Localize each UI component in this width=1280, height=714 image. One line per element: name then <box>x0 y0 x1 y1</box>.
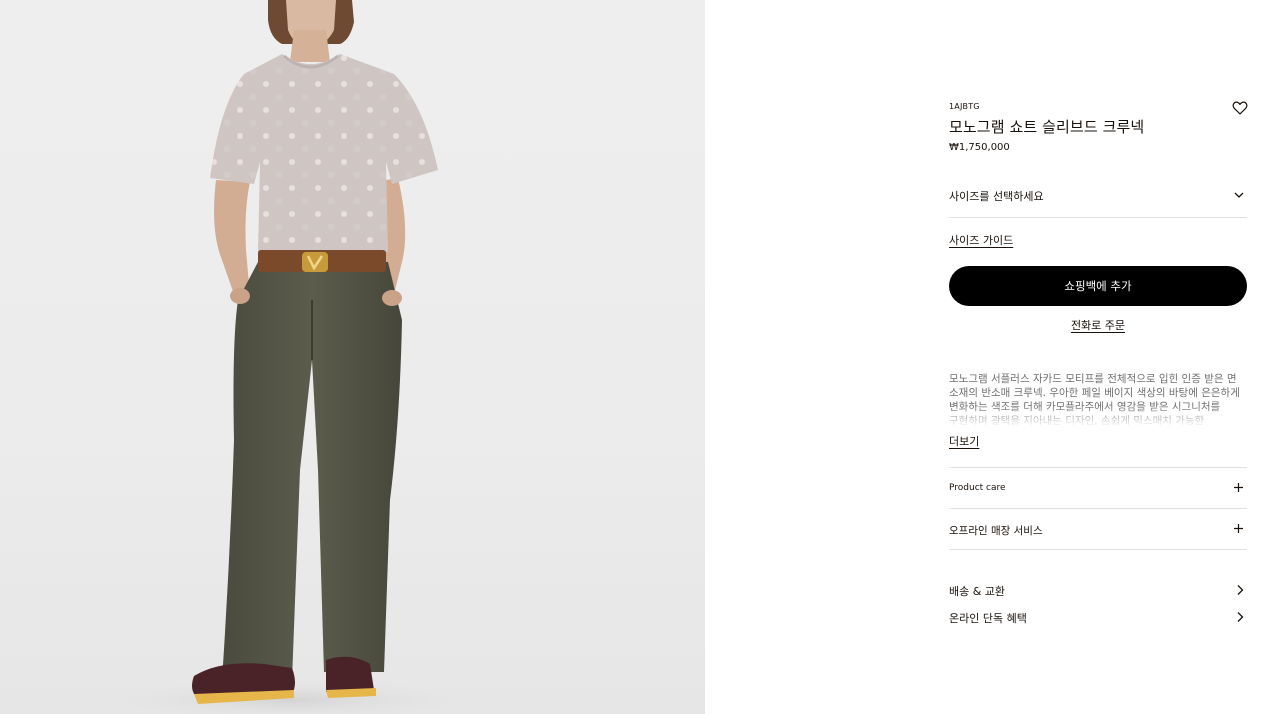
product-description: 모노그램 서플러스 자카드 모티프를 전체적으로 입힌 인증 받은 면 소재의 … <box>949 372 1247 428</box>
product-image[interactable] <box>0 0 705 714</box>
online-exclusive-benefits-link[interactable]: 온라인 단독 혜택 <box>949 608 1247 628</box>
model-wearing-crewneck-illustration <box>90 0 490 714</box>
chevron-right-icon <box>1237 612 1244 622</box>
accordion-label: 오프라인 매장 서비스 <box>949 525 1043 537</box>
product-title: 모노그램 쇼트 슬리브드 크루넥 <box>949 118 1145 136</box>
add-to-bag-button[interactable]: 쇼핑백에 추가 <box>949 266 1247 306</box>
accordion-store-services[interactable]: 오프라인 매장 서비스 <box>949 508 1247 549</box>
link-label: 배송 & 교환 <box>949 585 1006 598</box>
size-select-dropdown[interactable]: 사이즈를 선택하세요 <box>949 176 1247 218</box>
heart-outline-icon[interactable] <box>1232 100 1248 116</box>
order-by-phone-link[interactable]: 전화로 주문 <box>1071 319 1125 332</box>
product-price: ₩1,750,000 <box>949 142 1010 153</box>
accordion-label: Product care <box>949 483 1006 493</box>
order-by-phone-row: 전화로 주문 <box>949 317 1247 333</box>
link-label: 온라인 단독 혜택 <box>949 612 1027 625</box>
plus-icon <box>1234 524 1243 533</box>
chevron-down-icon <box>1234 192 1244 198</box>
accordion-product-care[interactable]: Product care <box>949 467 1247 508</box>
product-sku: 1AJBTG <box>949 102 980 111</box>
size-select-label: 사이즈를 선택하세요 <box>949 190 1044 203</box>
size-guide-link[interactable]: 사이즈 가이드 <box>949 232 1013 248</box>
chevron-right-icon <box>1237 585 1244 595</box>
accordion-divider <box>949 549 1247 550</box>
read-more-link[interactable]: 더보기 <box>949 433 979 449</box>
plus-icon <box>1234 483 1243 492</box>
shipping-returns-link[interactable]: 배송 & 교환 <box>949 581 1247 601</box>
description-fade-overlay <box>949 406 1247 428</box>
